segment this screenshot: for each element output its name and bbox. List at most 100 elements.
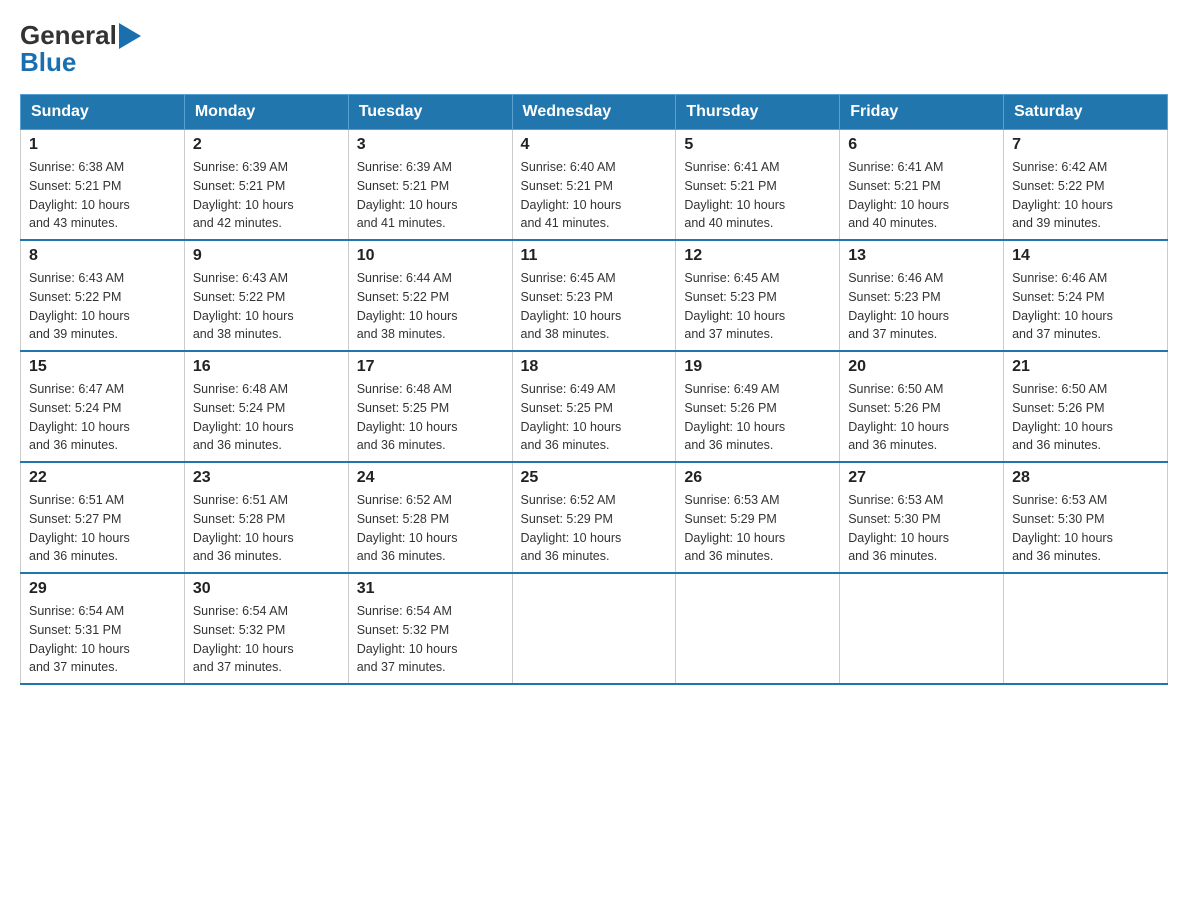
day-number: 28 bbox=[1012, 469, 1159, 487]
calendar-cell: 25 Sunrise: 6:52 AM Sunset: 5:29 PM Dayl… bbox=[512, 462, 676, 573]
calendar-cell: 15 Sunrise: 6:47 AM Sunset: 5:24 PM Dayl… bbox=[21, 351, 185, 462]
calendar-cell: 10 Sunrise: 6:44 AM Sunset: 5:22 PM Dayl… bbox=[348, 240, 512, 351]
calendar-cell bbox=[1004, 573, 1168, 684]
calendar-cell: 17 Sunrise: 6:48 AM Sunset: 5:25 PM Dayl… bbox=[348, 351, 512, 462]
day-number: 27 bbox=[848, 469, 995, 487]
calendar-cell: 23 Sunrise: 6:51 AM Sunset: 5:28 PM Dayl… bbox=[184, 462, 348, 573]
column-header-saturday: Saturday bbox=[1004, 95, 1168, 130]
day-info: Sunrise: 6:54 AM Sunset: 5:31 PM Dayligh… bbox=[29, 602, 176, 677]
day-number: 1 bbox=[29, 136, 176, 154]
calendar-cell: 21 Sunrise: 6:50 AM Sunset: 5:26 PM Dayl… bbox=[1004, 351, 1168, 462]
calendar-week-row: 1 Sunrise: 6:38 AM Sunset: 5:21 PM Dayli… bbox=[21, 130, 1168, 241]
day-info: Sunrise: 6:52 AM Sunset: 5:29 PM Dayligh… bbox=[521, 491, 668, 566]
day-info: Sunrise: 6:48 AM Sunset: 5:24 PM Dayligh… bbox=[193, 380, 340, 455]
day-number: 19 bbox=[684, 358, 831, 376]
column-header-tuesday: Tuesday bbox=[348, 95, 512, 130]
day-info: Sunrise: 6:39 AM Sunset: 5:21 PM Dayligh… bbox=[193, 158, 340, 233]
day-number: 13 bbox=[848, 247, 995, 265]
day-info: Sunrise: 6:44 AM Sunset: 5:22 PM Dayligh… bbox=[357, 269, 504, 344]
day-number: 4 bbox=[521, 136, 668, 154]
calendar-cell: 13 Sunrise: 6:46 AM Sunset: 5:23 PM Dayl… bbox=[840, 240, 1004, 351]
day-number: 29 bbox=[29, 580, 176, 598]
day-number: 10 bbox=[357, 247, 504, 265]
day-info: Sunrise: 6:43 AM Sunset: 5:22 PM Dayligh… bbox=[29, 269, 176, 344]
day-number: 24 bbox=[357, 469, 504, 487]
logo: General Blue bbox=[20, 20, 141, 78]
calendar-cell: 8 Sunrise: 6:43 AM Sunset: 5:22 PM Dayli… bbox=[21, 240, 185, 351]
calendar-cell: 26 Sunrise: 6:53 AM Sunset: 5:29 PM Dayl… bbox=[676, 462, 840, 573]
day-info: Sunrise: 6:45 AM Sunset: 5:23 PM Dayligh… bbox=[684, 269, 831, 344]
day-info: Sunrise: 6:46 AM Sunset: 5:24 PM Dayligh… bbox=[1012, 269, 1159, 344]
day-number: 31 bbox=[357, 580, 504, 598]
calendar-cell bbox=[676, 573, 840, 684]
day-number: 8 bbox=[29, 247, 176, 265]
calendar-cell: 30 Sunrise: 6:54 AM Sunset: 5:32 PM Dayl… bbox=[184, 573, 348, 684]
day-info: Sunrise: 6:53 AM Sunset: 5:30 PM Dayligh… bbox=[1012, 491, 1159, 566]
day-info: Sunrise: 6:49 AM Sunset: 5:26 PM Dayligh… bbox=[684, 380, 831, 455]
day-number: 23 bbox=[193, 469, 340, 487]
column-header-sunday: Sunday bbox=[21, 95, 185, 130]
day-info: Sunrise: 6:48 AM Sunset: 5:25 PM Dayligh… bbox=[357, 380, 504, 455]
day-number: 14 bbox=[1012, 247, 1159, 265]
calendar-cell: 28 Sunrise: 6:53 AM Sunset: 5:30 PM Dayl… bbox=[1004, 462, 1168, 573]
day-info: Sunrise: 6:51 AM Sunset: 5:28 PM Dayligh… bbox=[193, 491, 340, 566]
calendar-cell: 2 Sunrise: 6:39 AM Sunset: 5:21 PM Dayli… bbox=[184, 130, 348, 241]
calendar-cell: 18 Sunrise: 6:49 AM Sunset: 5:25 PM Dayl… bbox=[512, 351, 676, 462]
day-info: Sunrise: 6:51 AM Sunset: 5:27 PM Dayligh… bbox=[29, 491, 176, 566]
day-info: Sunrise: 6:41 AM Sunset: 5:21 PM Dayligh… bbox=[684, 158, 831, 233]
column-header-wednesday: Wednesday bbox=[512, 95, 676, 130]
calendar-week-row: 15 Sunrise: 6:47 AM Sunset: 5:24 PM Dayl… bbox=[21, 351, 1168, 462]
page-header: General Blue bbox=[20, 20, 1168, 78]
day-number: 15 bbox=[29, 358, 176, 376]
calendar-cell: 6 Sunrise: 6:41 AM Sunset: 5:21 PM Dayli… bbox=[840, 130, 1004, 241]
day-number: 17 bbox=[357, 358, 504, 376]
column-header-monday: Monday bbox=[184, 95, 348, 130]
day-info: Sunrise: 6:41 AM Sunset: 5:21 PM Dayligh… bbox=[848, 158, 995, 233]
calendar-week-row: 29 Sunrise: 6:54 AM Sunset: 5:31 PM Dayl… bbox=[21, 573, 1168, 684]
calendar-cell: 29 Sunrise: 6:54 AM Sunset: 5:31 PM Dayl… bbox=[21, 573, 185, 684]
day-info: Sunrise: 6:52 AM Sunset: 5:28 PM Dayligh… bbox=[357, 491, 504, 566]
calendar-cell: 24 Sunrise: 6:52 AM Sunset: 5:28 PM Dayl… bbox=[348, 462, 512, 573]
day-info: Sunrise: 6:49 AM Sunset: 5:25 PM Dayligh… bbox=[521, 380, 668, 455]
calendar-cell: 7 Sunrise: 6:42 AM Sunset: 5:22 PM Dayli… bbox=[1004, 130, 1168, 241]
calendar-cell: 31 Sunrise: 6:54 AM Sunset: 5:32 PM Dayl… bbox=[348, 573, 512, 684]
day-number: 18 bbox=[521, 358, 668, 376]
day-number: 2 bbox=[193, 136, 340, 154]
calendar-cell: 9 Sunrise: 6:43 AM Sunset: 5:22 PM Dayli… bbox=[184, 240, 348, 351]
day-number: 16 bbox=[193, 358, 340, 376]
calendar-cell: 1 Sunrise: 6:38 AM Sunset: 5:21 PM Dayli… bbox=[21, 130, 185, 241]
day-number: 9 bbox=[193, 247, 340, 265]
calendar-cell: 11 Sunrise: 6:45 AM Sunset: 5:23 PM Dayl… bbox=[512, 240, 676, 351]
calendar-table: SundayMondayTuesdayWednesdayThursdayFrid… bbox=[20, 94, 1168, 685]
day-number: 22 bbox=[29, 469, 176, 487]
calendar-week-row: 8 Sunrise: 6:43 AM Sunset: 5:22 PM Dayli… bbox=[21, 240, 1168, 351]
day-info: Sunrise: 6:43 AM Sunset: 5:22 PM Dayligh… bbox=[193, 269, 340, 344]
day-info: Sunrise: 6:45 AM Sunset: 5:23 PM Dayligh… bbox=[521, 269, 668, 344]
calendar-cell: 16 Sunrise: 6:48 AM Sunset: 5:24 PM Dayl… bbox=[184, 351, 348, 462]
day-number: 5 bbox=[684, 136, 831, 154]
day-number: 21 bbox=[1012, 358, 1159, 376]
day-number: 12 bbox=[684, 247, 831, 265]
day-number: 30 bbox=[193, 580, 340, 598]
day-info: Sunrise: 6:47 AM Sunset: 5:24 PM Dayligh… bbox=[29, 380, 176, 455]
day-info: Sunrise: 6:54 AM Sunset: 5:32 PM Dayligh… bbox=[357, 602, 504, 677]
day-info: Sunrise: 6:50 AM Sunset: 5:26 PM Dayligh… bbox=[848, 380, 995, 455]
day-info: Sunrise: 6:42 AM Sunset: 5:22 PM Dayligh… bbox=[1012, 158, 1159, 233]
day-info: Sunrise: 6:38 AM Sunset: 5:21 PM Dayligh… bbox=[29, 158, 176, 233]
calendar-cell bbox=[512, 573, 676, 684]
day-info: Sunrise: 6:40 AM Sunset: 5:21 PM Dayligh… bbox=[521, 158, 668, 233]
calendar-cell: 19 Sunrise: 6:49 AM Sunset: 5:26 PM Dayl… bbox=[676, 351, 840, 462]
calendar-cell: 5 Sunrise: 6:41 AM Sunset: 5:21 PM Dayli… bbox=[676, 130, 840, 241]
logo-blue-text: Blue bbox=[20, 47, 76, 78]
day-info: Sunrise: 6:50 AM Sunset: 5:26 PM Dayligh… bbox=[1012, 380, 1159, 455]
calendar-cell: 20 Sunrise: 6:50 AM Sunset: 5:26 PM Dayl… bbox=[840, 351, 1004, 462]
day-number: 11 bbox=[521, 247, 668, 265]
day-number: 26 bbox=[684, 469, 831, 487]
day-number: 7 bbox=[1012, 136, 1159, 154]
day-number: 20 bbox=[848, 358, 995, 376]
column-header-friday: Friday bbox=[840, 95, 1004, 130]
calendar-cell: 27 Sunrise: 6:53 AM Sunset: 5:30 PM Dayl… bbox=[840, 462, 1004, 573]
calendar-cell: 4 Sunrise: 6:40 AM Sunset: 5:21 PM Dayli… bbox=[512, 130, 676, 241]
day-info: Sunrise: 6:39 AM Sunset: 5:21 PM Dayligh… bbox=[357, 158, 504, 233]
calendar-cell bbox=[840, 573, 1004, 684]
